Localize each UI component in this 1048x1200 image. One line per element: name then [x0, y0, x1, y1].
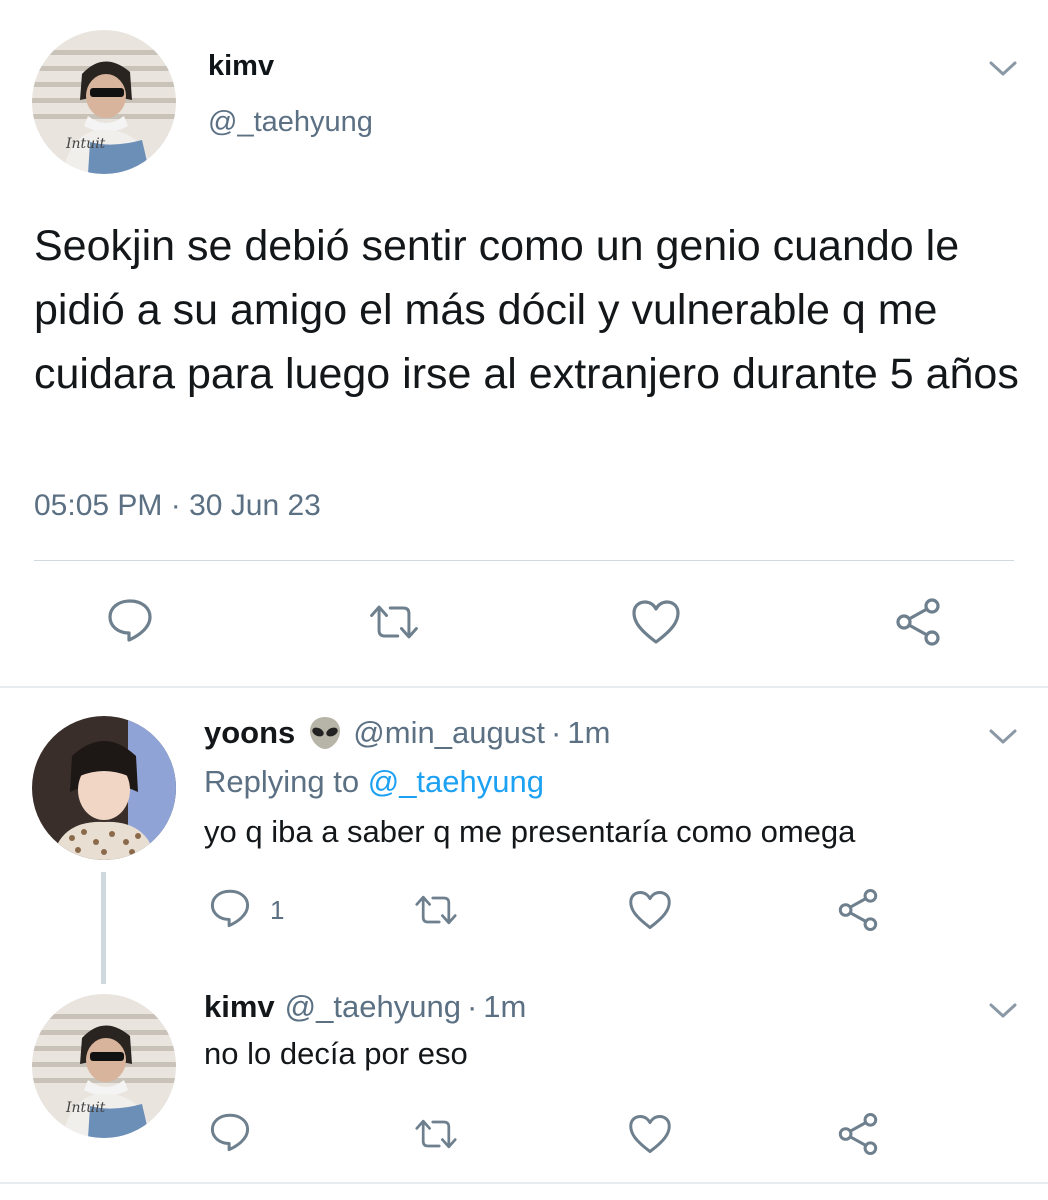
svg-text:Intuit: Intuit [65, 136, 106, 152]
share-button[interactable] [834, 1110, 882, 1158]
retweet-icon [370, 605, 418, 639]
reply-time[interactable]: 1m [483, 987, 526, 1027]
alien-icon [307, 715, 343, 751]
reply-author-name[interactable]: kimv [204, 987, 275, 1027]
like-button[interactable] [628, 594, 684, 650]
thread-line [101, 872, 106, 984]
author-handle[interactable]: @_taehyung [208, 104, 373, 140]
reply-count: 1 [270, 895, 285, 925]
chevron-down-icon[interactable] [988, 1002, 1018, 1020]
reply-avatar[interactable] [32, 716, 176, 860]
replying-label: Replying to [204, 764, 360, 799]
share-icon [838, 1113, 878, 1155]
retweet-button[interactable] [412, 886, 460, 934]
svg-text:Intuit: Intuit [65, 1100, 106, 1116]
divider [34, 560, 1014, 561]
reply-text: yo q iba a saber q me presentaría como o… [204, 814, 856, 849]
heart-icon [629, 1115, 671, 1153]
comment-icon [210, 1113, 250, 1152]
chevron-down-icon[interactable] [988, 60, 1018, 78]
share-icon [896, 598, 940, 646]
share-button[interactable] [890, 594, 946, 650]
heart-icon [632, 600, 680, 644]
reply-text: no lo decía por eso [204, 1036, 468, 1071]
replying-mention[interactable]: @_taehyung [368, 764, 544, 799]
author-avatar[interactable]: Intuit [32, 30, 176, 174]
comment-icon [210, 889, 250, 928]
share-icon [838, 889, 878, 931]
retweet-icon [415, 1119, 457, 1149]
separator: · [466, 989, 478, 1024]
reply-author-name[interactable]: yoons [204, 713, 295, 753]
author-name[interactable]: kimv [208, 48, 274, 84]
tweet-timestamp[interactable]: 05:05 PM · 30 Jun 23 [34, 486, 321, 526]
reply-author-handle[interactable]: @min_august [353, 713, 545, 753]
reply-button[interactable] [206, 1108, 254, 1156]
retweet-icon [415, 895, 457, 925]
retweet-button[interactable] [412, 1110, 460, 1158]
reply-avatar[interactable]: Intuit [32, 994, 176, 1138]
share-button[interactable] [834, 886, 882, 934]
reply-button[interactable] [102, 592, 158, 648]
reply-header: yoons @min_august · 1m [204, 713, 610, 753]
reply-author-handle[interactable]: @_taehyung [285, 987, 461, 1027]
section-divider [0, 1182, 1048, 1184]
chevron-down-icon[interactable] [988, 728, 1018, 746]
like-button[interactable] [626, 886, 674, 934]
retweet-button[interactable] [366, 594, 422, 650]
section-divider [0, 686, 1048, 688]
tweet-text: Seokjin se debió sentir como un genio cu… [34, 222, 1019, 398]
reply-button[interactable] [206, 884, 254, 932]
comment-icon [108, 599, 152, 642]
reply-time[interactable]: 1m [567, 713, 610, 753]
heart-icon [629, 891, 671, 929]
replying-to: Replying to @_taehyung [204, 762, 544, 802]
reply-header: kimv @_taehyung · 1m [204, 987, 526, 1027]
separator: · [551, 715, 562, 750]
like-button[interactable] [626, 1110, 674, 1158]
